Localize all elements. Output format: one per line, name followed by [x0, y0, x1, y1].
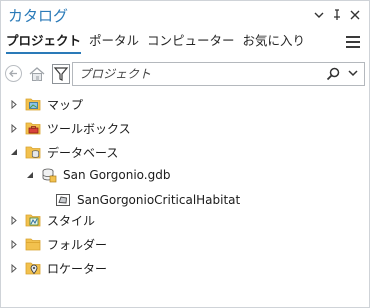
pane-options-chevron-icon[interactable]	[311, 7, 327, 23]
menu-icon[interactable]	[346, 36, 360, 48]
database-folder-icon	[25, 144, 41, 160]
tree-item-label: SanGorgonioCriticalHabitat	[77, 193, 241, 207]
search-input[interactable]	[79, 65, 319, 83]
expand-arrow-icon[interactable]	[9, 123, 19, 133]
catalog-pane: カタログ プロジェクト ポータル コンピューター お気に入り プロジェクト マッ…	[0, 0, 370, 308]
polygon-feature-class-icon	[55, 192, 71, 208]
toolbox-folder-icon	[25, 120, 41, 136]
expand-arrow-icon[interactable]	[9, 239, 19, 249]
tree-item-databases[interactable]: データベース	[9, 141, 118, 163]
tree-item-label: マップ	[47, 97, 84, 112]
home-icon[interactable]	[28, 65, 46, 83]
tree-item-label: スタイル	[47, 213, 96, 228]
tree-item-label: ツールボックス	[47, 121, 131, 136]
tree-item-locators[interactable]: ロケーター	[9, 257, 107, 279]
tab-project[interactable]: プロジェクト	[3, 31, 86, 54]
collapse-arrow-icon[interactable]	[25, 170, 35, 180]
tree-item-feature-class[interactable]: SanGorgonioCriticalHabitat	[55, 189, 240, 211]
collapse-arrow-icon[interactable]	[9, 147, 19, 157]
styles-folder-icon	[25, 212, 41, 228]
tree-item-label: フォルダー	[47, 237, 108, 252]
search-icon[interactable]	[326, 67, 340, 81]
maps-folder-icon	[25, 96, 41, 112]
folder-icon	[25, 236, 41, 252]
expand-arrow-icon[interactable]	[9, 215, 19, 225]
tree-item-styles[interactable]: スタイル	[9, 209, 95, 231]
locators-folder-icon	[25, 260, 41, 276]
back-button[interactable]	[5, 65, 22, 82]
tree-item-maps[interactable]: マップ	[9, 93, 83, 115]
close-icon[interactable]	[347, 7, 363, 23]
geodatabase-icon	[41, 167, 57, 183]
search-options-chevron-icon[interactable]	[348, 68, 358, 78]
tree-item-folders[interactable]: フォルダー	[9, 233, 107, 255]
pin-icon[interactable]	[329, 7, 345, 23]
tree-item-label: San Gorgonio.gdb	[63, 168, 171, 182]
tab-computer[interactable]: コンピューター	[144, 31, 240, 51]
tree-item-label: ロケーター	[47, 261, 108, 276]
expand-arrow-icon[interactable]	[9, 99, 19, 109]
tab-favorites[interactable]: お気に入り	[240, 31, 311, 51]
tree-item-label: データベース	[47, 145, 119, 160]
tree-item-gdb[interactable]: San Gorgonio.gdb	[25, 164, 170, 186]
catalog-tabs: プロジェクト ポータル コンピューター お気に入り	[3, 31, 311, 54]
pane-title: カタログ	[8, 7, 69, 25]
title-controls	[311, 7, 363, 23]
filter-icon[interactable]	[52, 64, 70, 84]
search-box	[72, 62, 365, 86]
tree-item-toolboxes[interactable]: ツールボックス	[9, 117, 131, 139]
tab-portal[interactable]: ポータル	[86, 31, 144, 51]
expand-arrow-icon[interactable]	[9, 263, 19, 273]
